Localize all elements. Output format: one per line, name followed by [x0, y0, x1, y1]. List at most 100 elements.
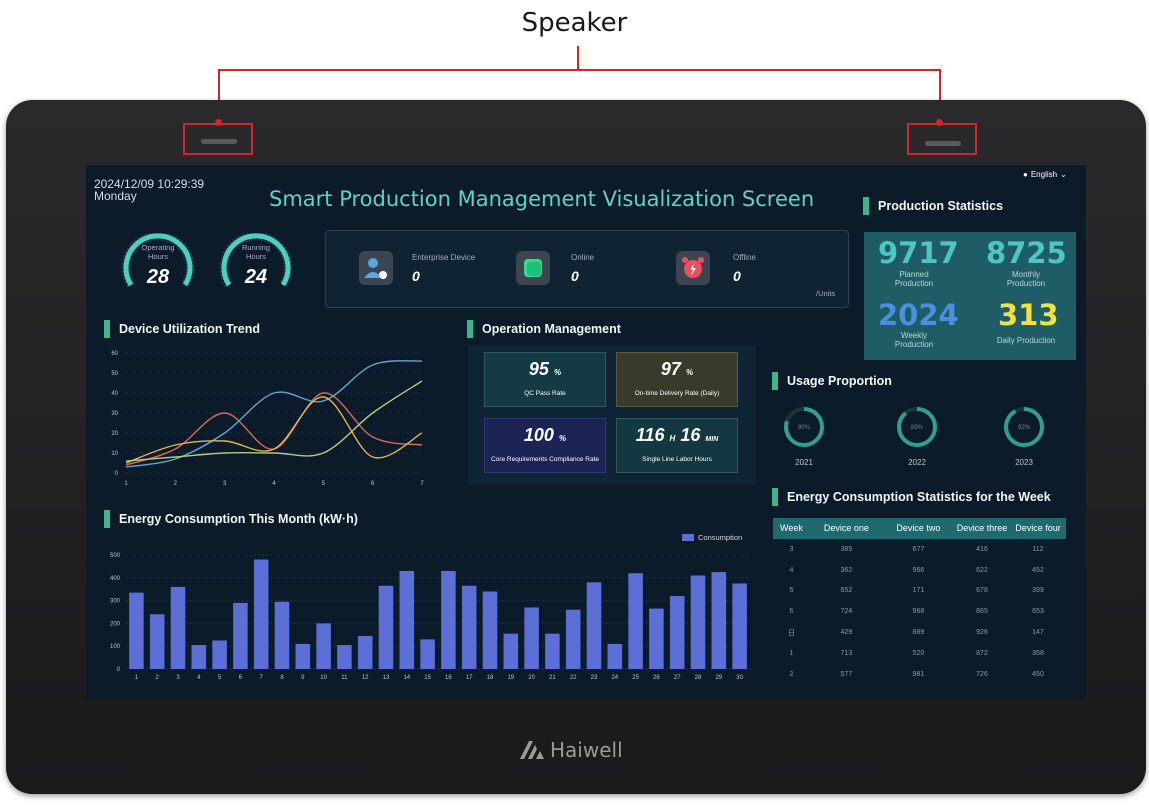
- y-tick-label: 400: [110, 576, 121, 582]
- table-cell: 968: [912, 608, 925, 616]
- y-tick-label: 50: [111, 371, 118, 377]
- running-hours-value: 24: [244, 266, 268, 288]
- bar-16: [441, 570, 456, 669]
- table-cell: 362: [840, 566, 853, 574]
- x-tick-label: 24: [611, 675, 618, 681]
- usage-percent-label: 92%: [1018, 425, 1031, 431]
- bar-7: [253, 559, 269, 669]
- table-cell: 429: [840, 629, 853, 637]
- qc-pass-rate-card: 95 % QC Pass Rate: [484, 352, 606, 407]
- y-tick-label: 0: [115, 471, 119, 477]
- y-tick-label: 10: [111, 451, 118, 457]
- y-tick-label: 30: [111, 411, 118, 417]
- daily-production-label: Daily Production: [996, 336, 1056, 345]
- table-row: 6 724 968 865 653: [773, 601, 1066, 622]
- bar-19: [503, 633, 519, 669]
- x-tick-label: 21: [549, 675, 556, 681]
- y-tick-label: 200: [110, 621, 121, 627]
- daily-production-value: 313: [998, 298, 1059, 332]
- weekly-production-label-1: Weekly: [900, 331, 928, 340]
- bar-23: [586, 582, 602, 669]
- operating-hours-gauge: Operating Hours 28: [120, 231, 196, 299]
- x-tick-label: 22: [570, 675, 577, 681]
- bar-3: [170, 586, 186, 669]
- bar-21: [545, 633, 560, 669]
- table-row: 日 429 889 926 147: [773, 622, 1066, 643]
- bar-4: [191, 645, 207, 669]
- gauge-label-line1: Operating: [141, 243, 175, 252]
- x-tick-label: 2: [156, 675, 160, 681]
- x-tick-label: 4: [197, 675, 201, 681]
- x-tick-label: 29: [715, 675, 722, 681]
- brand-name: Haiwell: [550, 738, 623, 762]
- bar-24: [607, 643, 623, 669]
- callout-line-horizontal: [218, 69, 941, 71]
- core-compliance-unit: %: [558, 434, 567, 443]
- x-tick-label: 16: [445, 675, 452, 681]
- usage-year-label: 2021: [795, 458, 813, 467]
- production-statistics-panel: 9717 Planned Production 8725 Monthly Produ…: [864, 232, 1076, 360]
- language-selector[interactable]: ● English ⌄: [1023, 170, 1067, 179]
- usage-ring-2023: 92% 2023: [1004, 407, 1044, 467]
- speaker-highlight-right: [907, 123, 977, 155]
- table-header: Device four: [1010, 518, 1066, 539]
- table-cell: 385: [840, 545, 853, 553]
- x-tick-label: 8: [280, 675, 284, 681]
- bar-29: [711, 572, 727, 669]
- core-compliance-label: Core Requirements Compliance Rate: [490, 456, 600, 463]
- monthly-production-label-1: Monthly: [1011, 270, 1040, 279]
- utilization-line-chart: 0 10 20 30 40 50 60 1 2 3 4 5 6 7: [111, 351, 424, 487]
- bar-13: [378, 585, 394, 669]
- bar-28: [690, 575, 706, 669]
- energy-legend: Consumption: [682, 533, 742, 542]
- callout-line-vertical: [577, 46, 579, 70]
- utilization-trend-title: Device Utilization Trend: [104, 320, 260, 338]
- globe-icon: ●: [1023, 170, 1028, 179]
- x-tick-label: 25: [632, 675, 639, 681]
- ontime-delivery-value: 97: [660, 359, 681, 379]
- table-cell: 171: [912, 587, 925, 595]
- bar-30: [732, 583, 747, 669]
- labor-hours-unit: H: [669, 434, 676, 443]
- labor-hours-value: 116: [635, 425, 665, 445]
- energy-month-title: Energy Consumption This Month (kW·h): [104, 510, 358, 528]
- gauge-label-line2: Hours: [147, 252, 168, 261]
- x-tick-label: 10: [320, 675, 327, 681]
- bar-14: [399, 570, 415, 669]
- x-tick-label: 23: [591, 675, 598, 681]
- callout-dot-right: [936, 119, 943, 126]
- table-cell: 399: [1032, 587, 1044, 595]
- x-tick-label: 13: [383, 675, 390, 681]
- bar-9: [295, 643, 311, 669]
- offline-value: 0: [733, 268, 741, 284]
- table-cell: 5: [789, 587, 794, 595]
- speaker-highlight-left: [183, 123, 253, 155]
- online-icon: [516, 251, 550, 285]
- table-cell: 678: [976, 587, 988, 595]
- offline-alarm-icon: [676, 251, 710, 285]
- qc-pass-rate-value: 95: [528, 359, 549, 379]
- ontime-delivery-unit: %: [685, 368, 694, 377]
- x-tick-label: 14: [403, 675, 410, 681]
- x-tick-label: 27: [674, 675, 681, 681]
- brand-logo: Haiwell: [520, 738, 623, 762]
- table-cell: 653: [1032, 608, 1044, 616]
- x-tick-label: 7: [260, 675, 264, 681]
- y-tick-label: 40: [111, 391, 118, 397]
- table-cell: 726: [976, 670, 988, 678]
- bar-17: [461, 585, 477, 669]
- usage-year-label: 2023: [1015, 458, 1033, 467]
- table-cell: 520: [912, 649, 925, 657]
- operation-management-title: Operation Management: [467, 320, 621, 338]
- units-label: /Units: [816, 289, 836, 298]
- table-cell: 1: [789, 649, 794, 657]
- table-header: Device one: [809, 518, 883, 539]
- table-cell: 147: [1032, 629, 1044, 637]
- x-tick-label: 6: [371, 481, 375, 487]
- bar-11: [337, 645, 352, 669]
- y-tick-label: 100: [110, 644, 121, 650]
- offline-label: Offline: [733, 253, 756, 262]
- x-tick-label: 26: [653, 675, 660, 681]
- operating-hours-value: 28: [146, 266, 170, 288]
- table-row: 5 652 171 678 399: [773, 581, 1066, 602]
